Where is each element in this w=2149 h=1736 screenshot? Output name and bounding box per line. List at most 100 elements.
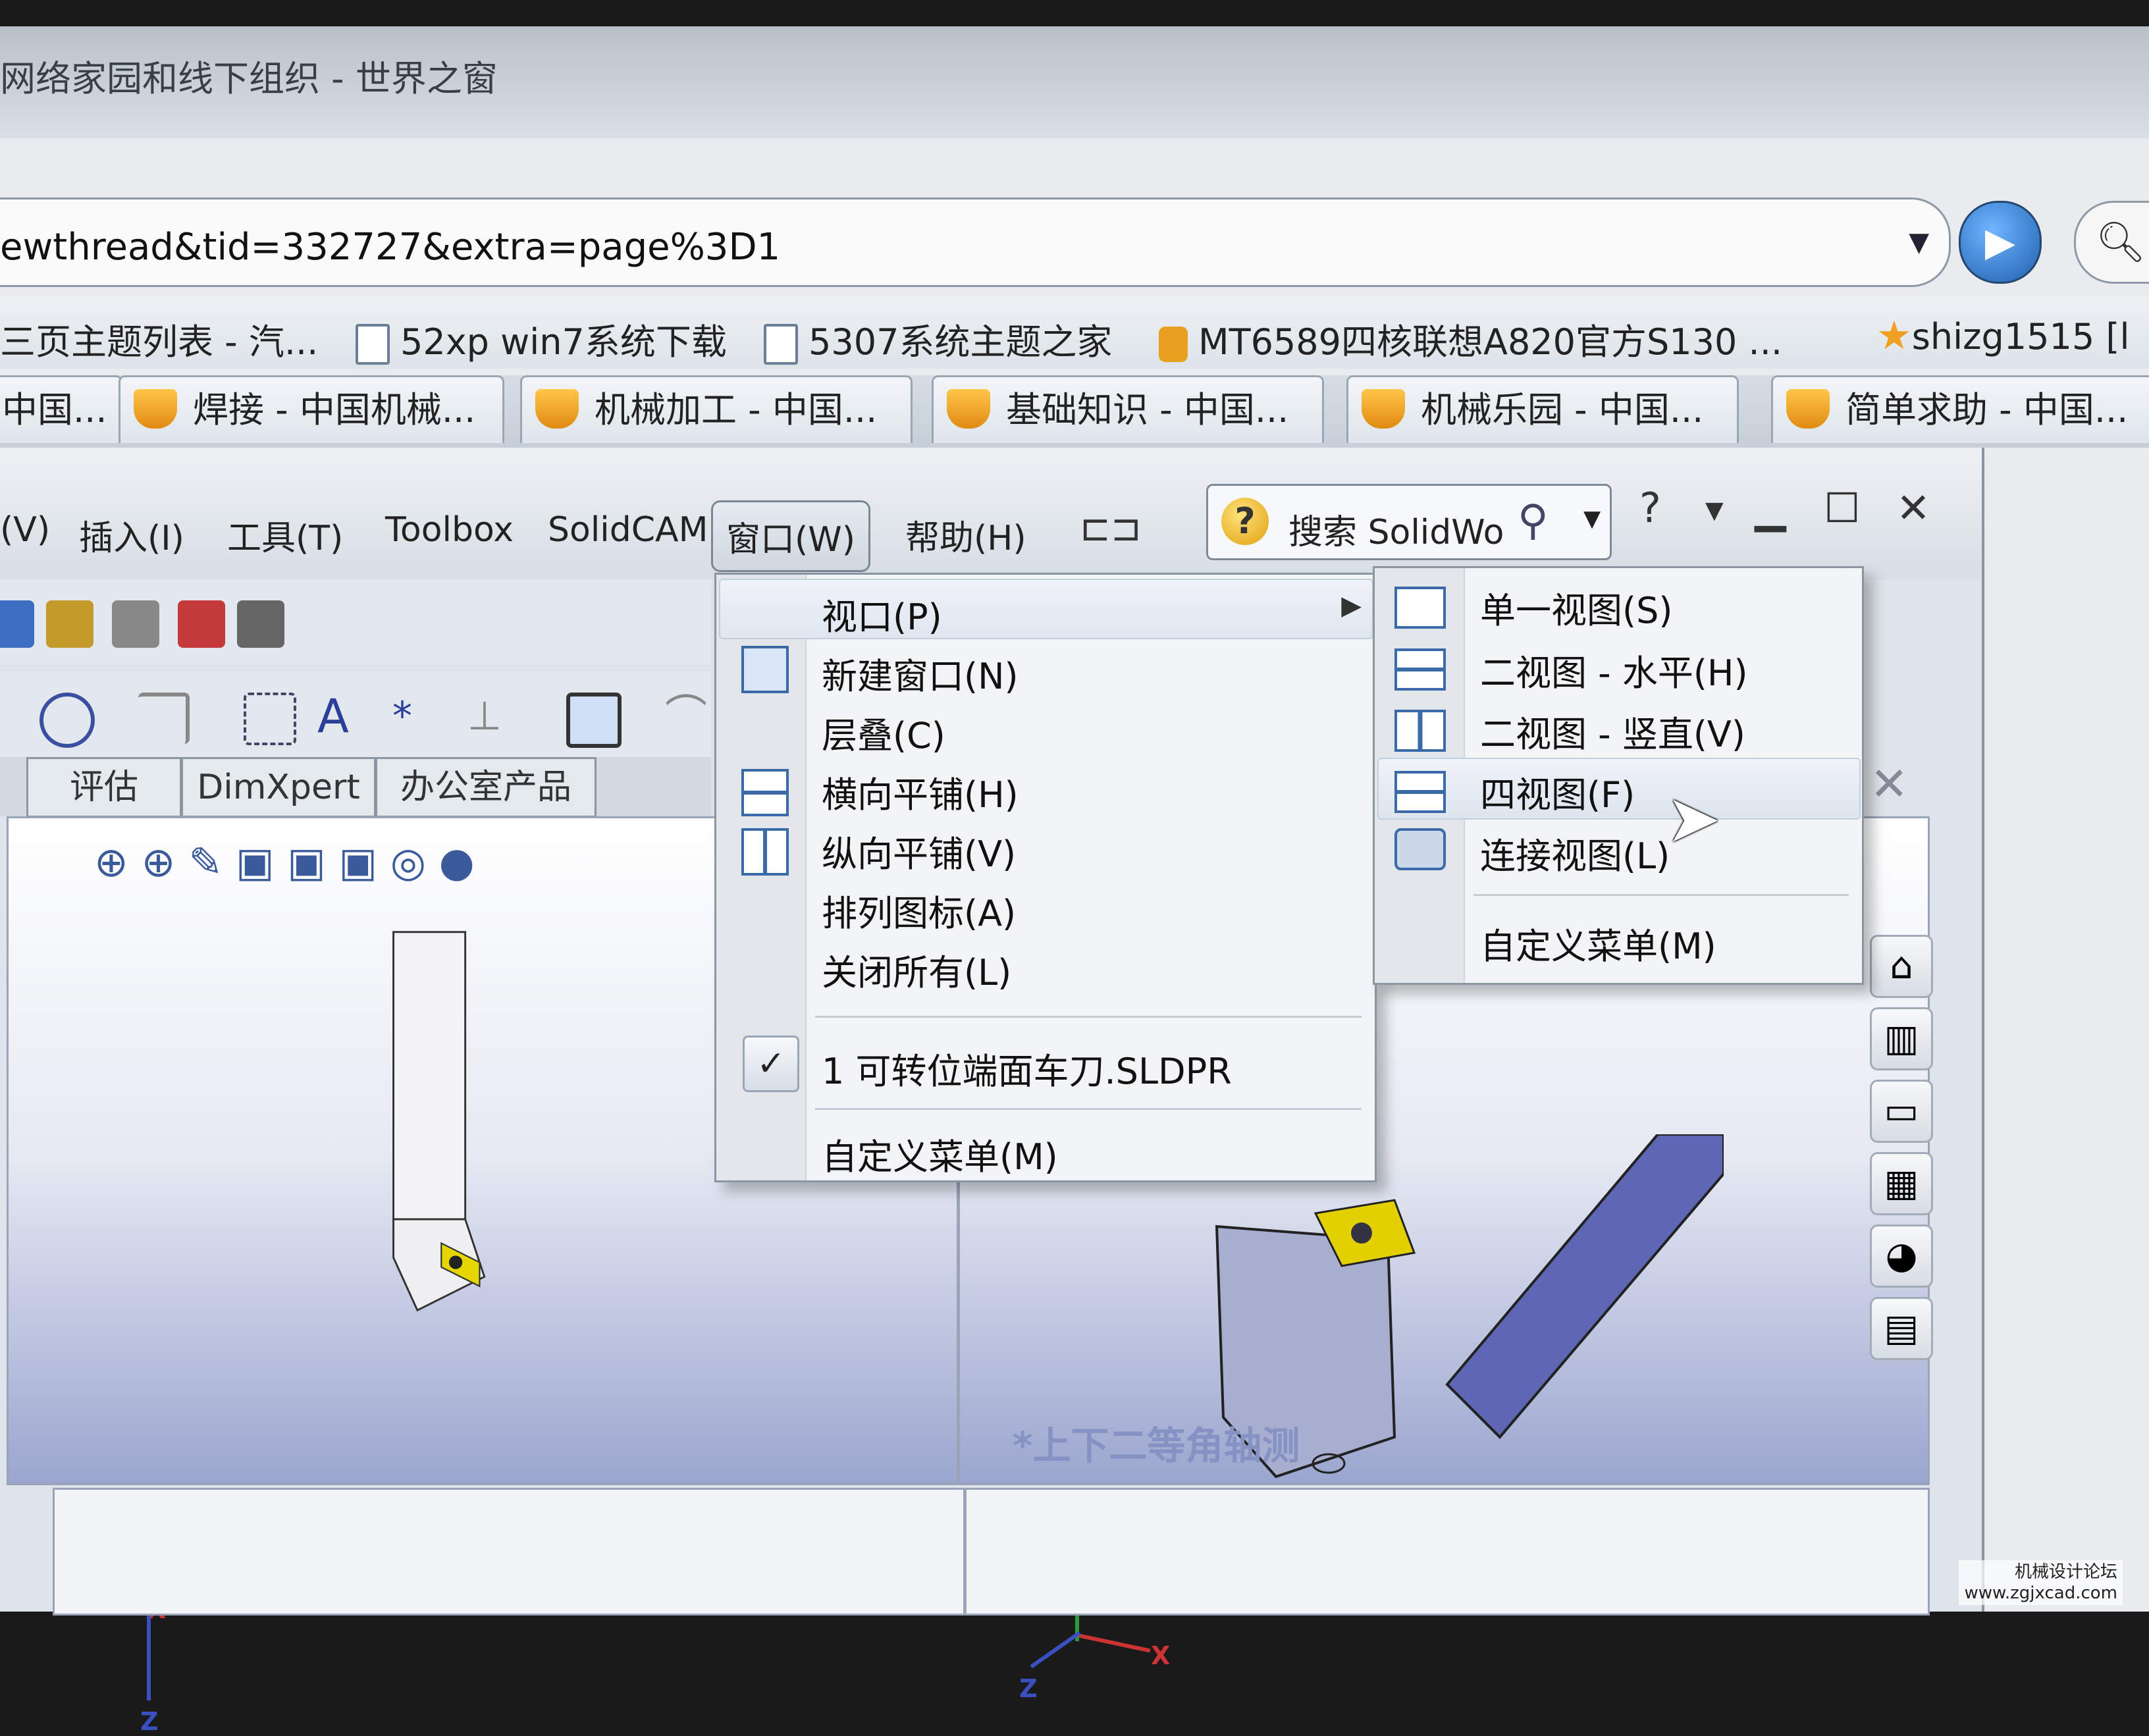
- menu-tools[interactable]: 工具(T): [227, 510, 343, 560]
- view-palette-icon[interactable]: ▦: [1870, 1152, 1933, 1215]
- search-icon[interactable]: ⚲: [1518, 496, 1549, 545]
- axis-x-arrow: [1078, 1633, 1151, 1653]
- standard-toolbar: [0, 579, 711, 665]
- command-manager-tabs: 评估 DimXpert 办公室产品: [0, 757, 711, 818]
- site-icon: [1159, 327, 1188, 363]
- watermark-line1: 机械设计论坛: [2014, 1562, 2117, 1582]
- home-icon[interactable]: ⌂: [1870, 935, 1933, 998]
- menu-item-customize[interactable]: 自定义菜单(M): [1480, 917, 1716, 969]
- menu-item-single-view[interactable]: 单一视图(S): [1480, 581, 1672, 633]
- menu-item-open-document[interactable]: 1 可转位端面车刀.SLDPR: [822, 1042, 1232, 1094]
- solidworks-search[interactable]: ? 搜索 SolidWo ⚲ ▼: [1206, 484, 1612, 560]
- address-bar[interactable]: ewthread&tid=332727&extra=page%3D1 ▼: [0, 197, 1951, 287]
- address-dropdown-icon[interactable]: ▼: [1909, 227, 1929, 257]
- menu-item-cascade[interactable]: 层叠(C): [822, 706, 945, 758]
- custom-properties-icon[interactable]: ▤: [1870, 1297, 1933, 1360]
- star-icon: ★: [1876, 313, 1912, 359]
- viewport-close-icon[interactable]: ✕: [1870, 757, 1909, 811]
- menu-item-two-view-vertical[interactable]: 二视图 - 竖直(V): [1480, 705, 1745, 757]
- four-view-icon: [1394, 771, 1446, 813]
- shield-icon: [134, 389, 177, 429]
- maximize-icon[interactable]: ☐: [1824, 484, 1861, 532]
- search-placeholder[interactable]: 搜索 SolidWo: [1288, 504, 1504, 554]
- folder-icon[interactable]: ▭: [1870, 1080, 1933, 1143]
- shield-icon: [947, 389, 990, 429]
- tab-evaluate[interactable]: 评估: [26, 757, 182, 818]
- browser-tab[interactable]: 机械乐园 - 中国...: [1346, 375, 1739, 443]
- spline-icon[interactable]: ⌒: [665, 693, 712, 740]
- tool-icon[interactable]: [0, 600, 34, 648]
- two-view-vertical-icon: [1394, 710, 1446, 752]
- menu-separator: [815, 1108, 1362, 1110]
- menu-separator: [1473, 894, 1849, 896]
- favorite-item[interactable]: MT6589四核联想A820官方S130 ...: [1159, 313, 1782, 365]
- check-icon: ✓: [743, 1036, 799, 1092]
- select-box-icon[interactable]: [244, 693, 296, 745]
- pin-icon[interactable]: ⊏⊐: [1080, 507, 1142, 550]
- favorite-label: MT6589四核联想A820官方S130 ...: [1198, 321, 1783, 363]
- menu-insert[interactable]: 插入(I): [79, 510, 184, 560]
- tile-horizontal-icon: [741, 769, 789, 816]
- menu-item-two-view-horizontal[interactable]: 二视图 - 水平(H): [1480, 644, 1748, 696]
- favorite-item[interactable]: 52xp win7系统下载: [356, 313, 727, 365]
- viewport-submenu: 单一视图(S) 二视图 - 水平(H) 二视图 - 竖直(V) 四视图(F) 连…: [1373, 566, 1864, 985]
- menu-separator: [815, 1016, 1362, 1018]
- menu-item-new-window[interactable]: 新建窗口(N): [822, 647, 1019, 699]
- viewport-bottom-left[interactable]: [53, 1488, 965, 1616]
- mirror-icon[interactable]: ⊥: [461, 693, 508, 740]
- chevron-down-icon[interactable]: ▼: [1583, 506, 1601, 532]
- chevron-down-icon[interactable]: ▼: [1705, 497, 1724, 524]
- browser-tab[interactable]: 机械加工 - 中国...: [520, 375, 913, 443]
- favorite-item[interactable]: 5307系统主题之家: [764, 313, 1112, 365]
- cube-icon[interactable]: [566, 693, 622, 748]
- library-icon[interactable]: ▥: [1870, 1007, 1933, 1070]
- menu-item-viewport[interactable]: 视口(P): [822, 588, 942, 640]
- menu-item-link-views[interactable]: 连接视图(L): [1480, 827, 1670, 879]
- new-window-icon: [741, 646, 789, 693]
- tab-office-products[interactable]: 办公室产品: [375, 757, 597, 818]
- menu-item-tile-vertical[interactable]: 纵向平铺(V): [822, 825, 1016, 877]
- browser-tab[interactable]: 基础知识 - 中国...: [932, 375, 1324, 443]
- point-icon[interactable]: *: [379, 693, 426, 740]
- address-url[interactable]: ewthread&tid=332727&extra=page%3D1: [0, 226, 780, 269]
- tab-label: 简单求助 - 中国...: [1845, 389, 2129, 431]
- favorite-label: 三页主题列表 - 汽...: [0, 321, 319, 363]
- menu-solidcam[interactable]: SolidCAM: [548, 510, 708, 550]
- appearance-icon[interactable]: ◕: [1870, 1224, 1933, 1288]
- favorite-label: 52xp win7系统下载: [400, 321, 727, 363]
- text-icon[interactable]: A: [309, 693, 357, 740]
- favorite-item[interactable]: 三页主题列表 - 汽...: [0, 313, 318, 365]
- go-button[interactable]: ▶: [1959, 201, 2042, 284]
- menu-item-close-all[interactable]: 关闭所有(L): [822, 943, 1011, 995]
- two-view-horizontal-icon: [1394, 648, 1446, 691]
- tool-icon[interactable]: [178, 600, 225, 648]
- menu-item-four-view[interactable]: 四视图(F): [1480, 766, 1635, 818]
- browser-tab[interactable]: 简单求助 - 中国...: [1771, 375, 2149, 443]
- sketch-toolbar: A * ⊥ ⌒: [0, 671, 711, 757]
- browser-tab[interactable]: 中国...: [0, 375, 122, 443]
- tab-dimxpert[interactable]: DimXpert: [181, 757, 376, 818]
- menu-window[interactable]: 窗口(W): [711, 500, 870, 572]
- ellipse-icon[interactable]: [40, 693, 95, 748]
- menu-highlight: [719, 579, 1373, 639]
- menu-view[interactable]: (V): [0, 510, 50, 550]
- axis-x-label: X: [1151, 1641, 1171, 1670]
- tool-icon[interactable]: [46, 600, 93, 648]
- menu-item-tile-horizontal[interactable]: 横向平铺(H): [822, 766, 1019, 818]
- browser-tab[interactable]: 焊接 - 中国机械...: [119, 375, 504, 443]
- browser-search-icon[interactable]: 🔍︎: [2074, 201, 2149, 284]
- viewport-bottom-right[interactable]: [965, 1488, 1930, 1616]
- tool-icon[interactable]: [112, 600, 159, 648]
- shield-icon: [1786, 389, 1830, 429]
- menu-help[interactable]: 帮助(H): [905, 510, 1026, 560]
- help-icon[interactable]: ?: [1639, 484, 1661, 532]
- fillet-icon[interactable]: [138, 693, 190, 744]
- menu-item-customize[interactable]: 自定义菜单(M): [822, 1128, 1058, 1180]
- menu-toolbox[interactable]: Toolbox: [385, 510, 514, 550]
- minimize-icon[interactable]: ▁: [1755, 484, 1786, 532]
- close-icon[interactable]: ✕: [1896, 484, 1930, 532]
- menu-item-arrange-icons[interactable]: 排列图标(A): [822, 884, 1016, 936]
- axis-z-arrow: [1030, 1631, 1081, 1669]
- tool-icon[interactable]: [237, 600, 284, 648]
- favorite-item[interactable]: ★shizg1515 [l: [1876, 313, 2129, 359]
